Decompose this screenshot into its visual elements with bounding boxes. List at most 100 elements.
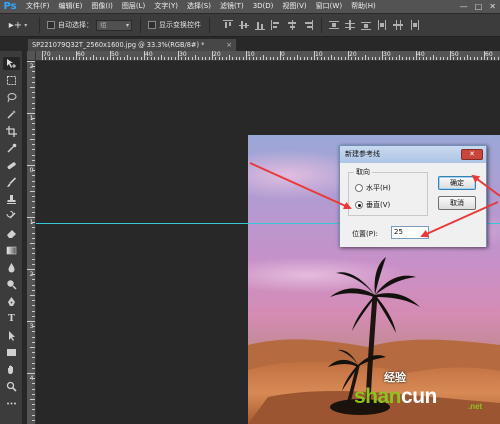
ruler-tick bbox=[215, 57, 217, 60]
menu-help[interactable]: 帮助(H) bbox=[342, 0, 376, 13]
position-input[interactable]: 25 bbox=[391, 226, 429, 239]
align-left-icon[interactable] bbox=[271, 20, 281, 30]
ruler-tick bbox=[161, 55, 162, 60]
horizontal-ruler[interactable]: 70 60 50 40 30 20 10 0 10 20 30 40 50 60 bbox=[36, 51, 500, 61]
menu-layer[interactable]: 图层(L) bbox=[113, 0, 145, 13]
ruler-tick bbox=[30, 295, 35, 296]
ruler-tick bbox=[171, 57, 173, 60]
pen-tool-icon[interactable] bbox=[3, 295, 20, 308]
ruler-tick bbox=[154, 57, 156, 60]
distribute-right-icon[interactable] bbox=[409, 20, 419, 30]
ruler-tick bbox=[32, 419, 35, 421]
horizontal-option[interactable]: 水平(H) bbox=[355, 183, 391, 193]
tool-preset-picker[interactable]: ▸+ ▾ bbox=[0, 13, 36, 37]
horizontal-radio[interactable] bbox=[355, 184, 363, 192]
gradient-tool-icon[interactable] bbox=[3, 244, 20, 257]
clone-stamp-tool-icon[interactable] bbox=[3, 193, 20, 206]
lasso-tool-icon[interactable] bbox=[3, 91, 20, 104]
ruler-tick bbox=[490, 57, 492, 60]
ruler-tick bbox=[123, 57, 125, 60]
ruler-tick bbox=[32, 66, 35, 68]
menu-file[interactable]: 文件(F) bbox=[20, 0, 50, 13]
menu-select[interactable]: 选择(S) bbox=[178, 0, 211, 13]
distribute-top-icon[interactable] bbox=[329, 20, 339, 30]
ruler-tick bbox=[32, 310, 35, 312]
menu-image[interactable]: 图像(I) bbox=[82, 0, 113, 13]
menu-filter[interactable]: 滤镜(T) bbox=[211, 0, 244, 13]
align-right-icon[interactable] bbox=[303, 20, 313, 30]
eraser-tool-icon[interactable] bbox=[3, 227, 20, 240]
maximize-icon[interactable]: □ bbox=[475, 0, 483, 13]
brush-tool-icon[interactable] bbox=[3, 176, 20, 189]
ruler-tick bbox=[27, 321, 35, 322]
blur-tool-icon[interactable] bbox=[3, 261, 20, 274]
menu-edit[interactable]: 编辑(E) bbox=[50, 0, 83, 13]
ok-button[interactable]: 确定 bbox=[438, 176, 476, 190]
hand-tool-icon[interactable] bbox=[3, 363, 20, 376]
vertical-radio[interactable] bbox=[355, 201, 363, 209]
type-tool-icon[interactable]: T bbox=[3, 312, 20, 325]
ruler-tick bbox=[82, 57, 84, 60]
ruler-tick bbox=[116, 57, 118, 60]
distribute-vcenter-icon[interactable] bbox=[345, 20, 355, 30]
menu-type[interactable]: 文字(Y) bbox=[145, 0, 178, 13]
ruler-tick bbox=[59, 55, 60, 60]
healing-brush-tool-icon[interactable] bbox=[3, 159, 20, 172]
align-top-icon[interactable] bbox=[223, 20, 233, 30]
distribute-bottom-icon[interactable] bbox=[361, 20, 371, 30]
ruler-tick bbox=[32, 388, 35, 390]
minimize-icon[interactable]: — bbox=[460, 0, 468, 13]
ruler-tick bbox=[103, 57, 105, 60]
divider bbox=[209, 17, 210, 33]
ruler-tick bbox=[32, 253, 35, 255]
auto-select-dropdown[interactable]: 组 bbox=[96, 19, 132, 31]
ruler-tick bbox=[32, 409, 35, 411]
move-tool-icon[interactable] bbox=[3, 57, 20, 70]
document-tab[interactable]: SP221079Q32T_2560x1600.jpg @ 33.3%(RGB/8… bbox=[27, 38, 237, 51]
menu-view[interactable]: 视图(V) bbox=[273, 0, 306, 13]
path-selection-tool-icon[interactable] bbox=[3, 329, 20, 342]
show-transform-checkbox[interactable] bbox=[148, 21, 156, 29]
auto-select-checkbox[interactable] bbox=[47, 21, 55, 29]
ruler-tick bbox=[252, 57, 254, 60]
dialog-close-button[interactable]: ✕ bbox=[461, 149, 483, 160]
ruler-tick bbox=[32, 414, 35, 416]
align-vcenter-icon[interactable] bbox=[239, 20, 249, 30]
vertical-option[interactable]: 垂直(V) bbox=[355, 200, 390, 210]
dialog-title-bar[interactable]: 新建参考线 ✕ bbox=[340, 146, 486, 163]
menu-3d[interactable]: 3D(D) bbox=[244, 0, 274, 13]
zoom-tool-icon[interactable] bbox=[3, 380, 20, 393]
ruler-tick bbox=[348, 51, 349, 60]
ruler-tick bbox=[89, 57, 91, 60]
marquee-tool-icon[interactable] bbox=[3, 74, 20, 87]
ruler-tick bbox=[473, 57, 475, 60]
menu-bar: Ps 文件(F) 编辑(E) 图像(I) 图层(L) 文字(Y) 选择(S) 滤… bbox=[0, 0, 500, 13]
dodge-tool-icon[interactable] bbox=[3, 278, 20, 291]
distribute-left-icon[interactable] bbox=[377, 20, 387, 30]
ruler-tick bbox=[69, 57, 71, 60]
ruler-tick bbox=[405, 57, 407, 60]
ruler-tick bbox=[32, 170, 35, 172]
distribute-hcenter-icon[interactable] bbox=[393, 20, 403, 30]
ruler-tick bbox=[164, 57, 166, 60]
vertical-ruler[interactable]: 2101234 bbox=[27, 61, 36, 424]
ruler-tick bbox=[399, 55, 400, 60]
ruler-tick bbox=[113, 57, 115, 60]
ruler-tick bbox=[365, 55, 366, 60]
history-brush-tool-icon[interactable] bbox=[3, 210, 20, 223]
align-bottom-icon[interactable] bbox=[255, 20, 265, 30]
close-window-icon[interactable]: ✕ bbox=[489, 0, 496, 13]
ruler-tick bbox=[32, 274, 35, 276]
shape-tool-icon[interactable] bbox=[3, 346, 20, 359]
align-hcenter-icon[interactable] bbox=[287, 20, 297, 30]
magic-wand-tool-icon[interactable] bbox=[3, 108, 20, 121]
ruler-tick bbox=[65, 57, 67, 60]
menu-window[interactable]: 窗口(W) bbox=[307, 0, 342, 13]
cancel-button[interactable]: 取消 bbox=[438, 196, 476, 210]
crop-tool-icon[interactable] bbox=[3, 125, 20, 138]
more-tools-icon[interactable] bbox=[3, 397, 20, 410]
close-tab-icon[interactable]: × bbox=[226, 39, 232, 51]
ruler-tick bbox=[450, 51, 451, 60]
eyedropper-tool-icon[interactable] bbox=[3, 142, 20, 155]
ruler-tick bbox=[27, 373, 35, 374]
